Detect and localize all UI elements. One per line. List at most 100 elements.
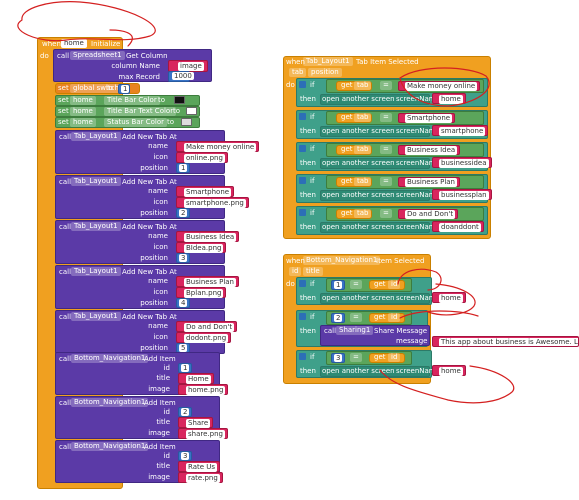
item-title-value[interactable]: Share bbox=[186, 419, 211, 428]
message-value[interactable]: This app about business is Awesome. Let'… bbox=[439, 338, 578, 346]
tab-name-value[interactable]: Smartphone bbox=[184, 188, 232, 197]
tab-position-number-block[interactable]: 3 bbox=[176, 253, 191, 263]
gear-icon[interactable] bbox=[299, 209, 306, 216]
switch-value[interactable]: 1 bbox=[121, 85, 130, 93]
tab-layout-dropdown[interactable]: Tab_Layout1 bbox=[303, 57, 353, 66]
gear-icon[interactable] bbox=[299, 177, 306, 184]
screen-name-value[interactable]: businessplan bbox=[439, 191, 489, 200]
screen-name-value[interactable]: smartphone bbox=[439, 127, 486, 136]
get-variable-dropdown[interactable]: tab bbox=[354, 177, 372, 186]
screen-name-text-block[interactable]: home bbox=[432, 365, 466, 376]
screen-name-value[interactable]: home bbox=[439, 294, 463, 303]
equals-dropdown[interactable]: = bbox=[380, 145, 392, 154]
screen-name-value[interactable]: home bbox=[439, 95, 463, 104]
screen-name-text-block[interactable]: businessplan bbox=[432, 189, 492, 200]
item-id-number-block[interactable]: 3 bbox=[178, 451, 193, 461]
compare-text-value[interactable]: Do and Don't bbox=[405, 210, 456, 219]
bottom-navigation-dropdown[interactable]: Bottom_Navigation1 bbox=[71, 442, 149, 451]
compare-text-value[interactable]: Business Plan bbox=[405, 178, 457, 187]
item-title-text-block[interactable]: Rate Us bbox=[178, 461, 221, 472]
item-image-value[interactable]: rate.png bbox=[186, 474, 220, 483]
tab-layout-dropdown[interactable]: Tab_Layout1 bbox=[71, 222, 121, 231]
get-variable-dropdown[interactable]: tab bbox=[354, 145, 372, 154]
compare-text-block[interactable]: Business Plan bbox=[398, 177, 460, 187]
get-variable-dropdown[interactable]: tab bbox=[354, 209, 372, 218]
tab-position-number-block[interactable]: 2 bbox=[176, 208, 191, 218]
compare-text-block[interactable]: Make money online bbox=[398, 81, 481, 91]
compare-text-value[interactable]: Smartphone bbox=[405, 114, 453, 123]
tab-position-value[interactable]: 5 bbox=[179, 344, 188, 352]
tab-position-value[interactable]: 4 bbox=[179, 299, 188, 307]
screen-name-value[interactable]: home bbox=[439, 367, 463, 376]
compare-number-value[interactable]: 1 bbox=[334, 281, 343, 289]
tab-position-value[interactable]: 1 bbox=[179, 164, 188, 172]
get-variable-dropdown[interactable]: id bbox=[388, 313, 401, 322]
screen-name-text-block[interactable]: smartphone bbox=[432, 125, 489, 136]
tab-layout-dropdown[interactable]: Tab_Layout1 bbox=[71, 267, 121, 276]
compare-number-block[interactable]: 2 bbox=[331, 313, 346, 323]
title-bar-color-dropdown[interactable]: Title Bar Color bbox=[104, 96, 160, 105]
compare-number-block[interactable]: 3 bbox=[331, 353, 346, 363]
tab-icon-value[interactable]: dodont.png bbox=[184, 334, 229, 343]
tab-position-number-block[interactable]: 1 bbox=[176, 163, 191, 173]
tab-layout-dropdown[interactable]: Tab_Layout1 bbox=[71, 312, 121, 321]
tab-name-value[interactable]: Business Plan bbox=[184, 278, 236, 287]
tab-position-value[interactable]: 3 bbox=[179, 254, 188, 262]
screen-name-text-block[interactable]: home bbox=[432, 292, 466, 303]
tab-name-text-block[interactable]: Smartphone bbox=[176, 186, 235, 197]
tab-icon-text-block[interactable]: online.png bbox=[176, 152, 228, 163]
tab-icon-value[interactable]: online.png bbox=[184, 154, 225, 163]
tab-position-number-block[interactable]: 4 bbox=[176, 298, 191, 308]
home-dropdown[interactable]: home bbox=[70, 107, 96, 116]
tab-name-text-block[interactable]: Business Plan bbox=[176, 276, 239, 287]
compare-text-block[interactable]: Business Idea bbox=[398, 145, 461, 155]
compare-number-value[interactable]: 3 bbox=[334, 354, 343, 362]
tab-layout-dropdown[interactable]: Tab_Layout1 bbox=[71, 177, 121, 186]
gear-icon[interactable] bbox=[299, 280, 306, 287]
sharing-dropdown[interactable]: Sharing1 bbox=[336, 326, 374, 335]
get-variable-dropdown[interactable]: tab bbox=[354, 81, 372, 90]
item-title-text-block[interactable]: Share bbox=[178, 417, 214, 428]
tab-icon-text-block[interactable]: Bplan.png bbox=[176, 287, 227, 298]
tab-name-value[interactable]: Business Idea bbox=[184, 233, 237, 242]
title-bar-color-swatch[interactable] bbox=[174, 96, 185, 104]
item-image-text-block[interactable]: home.png bbox=[178, 384, 229, 395]
max-record-value[interactable]: 1000 bbox=[172, 72, 194, 80]
param-position[interactable]: position bbox=[308, 68, 342, 77]
status-bar-color-swatch[interactable] bbox=[181, 118, 192, 126]
tab-name-text-block[interactable]: Do and Don't bbox=[176, 321, 238, 332]
equals-dropdown[interactable]: = bbox=[350, 353, 362, 362]
equals-dropdown[interactable]: = bbox=[350, 280, 362, 289]
equals-dropdown[interactable]: = bbox=[380, 177, 392, 186]
max-record-number-block[interactable]: 1000 bbox=[168, 71, 194, 82]
screen-name-text-block[interactable]: home bbox=[432, 93, 466, 104]
bottom-navigation-dropdown[interactable]: Bottom_Navigation1 bbox=[71, 398, 149, 407]
gear-icon[interactable] bbox=[299, 81, 306, 88]
item-title-value[interactable]: Rate Us bbox=[186, 463, 218, 472]
title-bar-text-color-dropdown[interactable]: Title Bar Text Color bbox=[104, 107, 177, 116]
tab-icon-text-block[interactable]: dodont.png bbox=[176, 332, 232, 343]
bottom-navigation-dropdown[interactable]: Bottom_Navigation1 bbox=[71, 354, 149, 363]
get-variable-dropdown[interactable]: id bbox=[388, 353, 401, 362]
message-text-block[interactable]: This app about business is Awesome. Let'… bbox=[432, 336, 579, 347]
gear-icon[interactable] bbox=[299, 353, 306, 360]
param-tab[interactable]: tab bbox=[289, 68, 307, 77]
tab-icon-value[interactable]: smartphone.png bbox=[184, 199, 246, 208]
compare-text-value[interactable]: Business Idea bbox=[405, 146, 458, 155]
compare-number-block[interactable]: 1 bbox=[331, 280, 346, 290]
item-image-value[interactable]: share.png bbox=[186, 430, 225, 439]
get-variable-dropdown[interactable]: id bbox=[388, 280, 401, 289]
item-image-value[interactable]: home.png bbox=[186, 386, 226, 395]
tab-icon-value[interactable]: BIdea.png bbox=[184, 244, 224, 253]
gear-icon[interactable] bbox=[299, 145, 306, 152]
compare-text-block[interactable]: Do and Don't bbox=[398, 209, 459, 219]
item-title-value[interactable]: Home bbox=[186, 375, 211, 384]
gear-icon[interactable] bbox=[299, 113, 306, 120]
item-id-value[interactable]: 3 bbox=[181, 452, 190, 460]
tab-name-value[interactable]: Do and Don't bbox=[184, 323, 235, 332]
spreadsheet-dropdown[interactable]: Spreadsheet1 bbox=[70, 51, 125, 60]
item-image-text-block[interactable]: share.png bbox=[178, 428, 228, 439]
tab-name-value[interactable]: Make money online bbox=[184, 143, 257, 152]
tab-name-text-block[interactable]: Make money online bbox=[176, 141, 260, 152]
global-switch-dropdown[interactable]: global switch bbox=[70, 84, 122, 93]
